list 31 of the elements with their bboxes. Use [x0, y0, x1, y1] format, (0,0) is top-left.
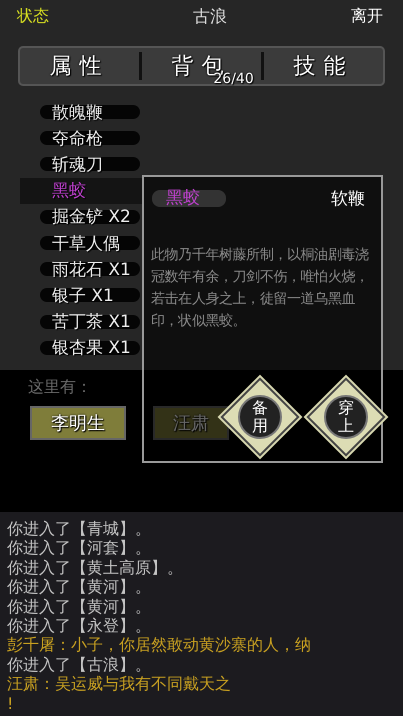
- log-line: 彭千屠：小子，你居然敢动黄沙寨的人，纳: [7, 635, 312, 655]
- inventory-item[interactable]: 银杏果 X1: [40, 336, 131, 360]
- inventory-item[interactable]: 散魄鞭: [40, 100, 103, 124]
- log-line: 你进入了【黄河】。: [7, 596, 152, 616]
- log-line: 你进入了【永登】。: [7, 616, 152, 636]
- log-line: 你进入了【青城】。: [7, 519, 152, 538]
- log-line: 你进入了【古浪】。: [7, 654, 152, 674]
- action-button[interactable]: 穿上: [306, 377, 386, 457]
- nearby-label: 这里有：: [28, 377, 93, 398]
- item-description: 此物乃千年树藤所制，以桐油剧毒浇冠数年有余，刀剑不伤，唯怕火烧，若击在人身之上，徒留一道乌黑血印，状似黑蛟。: [150, 246, 370, 331]
- inventory-item[interactable]: 夺命枪: [40, 126, 103, 150]
- inventory-item[interactable]: 雨花石 X1: [40, 258, 131, 281]
- leave-button[interactable]: 离开: [351, 6, 383, 26]
- log-line: 你进入了【黄河】。: [7, 577, 152, 597]
- log-line: !: [7, 694, 14, 713]
- item-type: 软鞭: [331, 188, 365, 210]
- inventory-item[interactable]: 干草人偶: [40, 232, 120, 255]
- tab[interactable]: 属性: [20, 48, 139, 84]
- item-name: 黑蛟: [152, 190, 226, 207]
- inventory-item[interactable]: 掘金铲 X2: [40, 205, 131, 228]
- location-title: 古浪: [193, 6, 227, 28]
- action-button[interactable]: 备用: [220, 377, 300, 457]
- tab[interactable]: 技能: [264, 48, 383, 84]
- log-line: 你进入了【河套】。: [7, 538, 152, 558]
- log-line: 汪肃：吴运威与我有不同戴天之: [7, 674, 232, 694]
- npc-button[interactable]: 李明生: [30, 406, 126, 440]
- status-button[interactable]: 状态: [17, 6, 49, 26]
- inventory-item[interactable]: 斩魂刀: [40, 152, 103, 176]
- inventory-item[interactable]: 苦丁茶 X1: [40, 310, 131, 334]
- log-line: 你进入了【黄土高原】。: [7, 558, 184, 578]
- inventory-item[interactable]: 银子 X1: [40, 284, 114, 307]
